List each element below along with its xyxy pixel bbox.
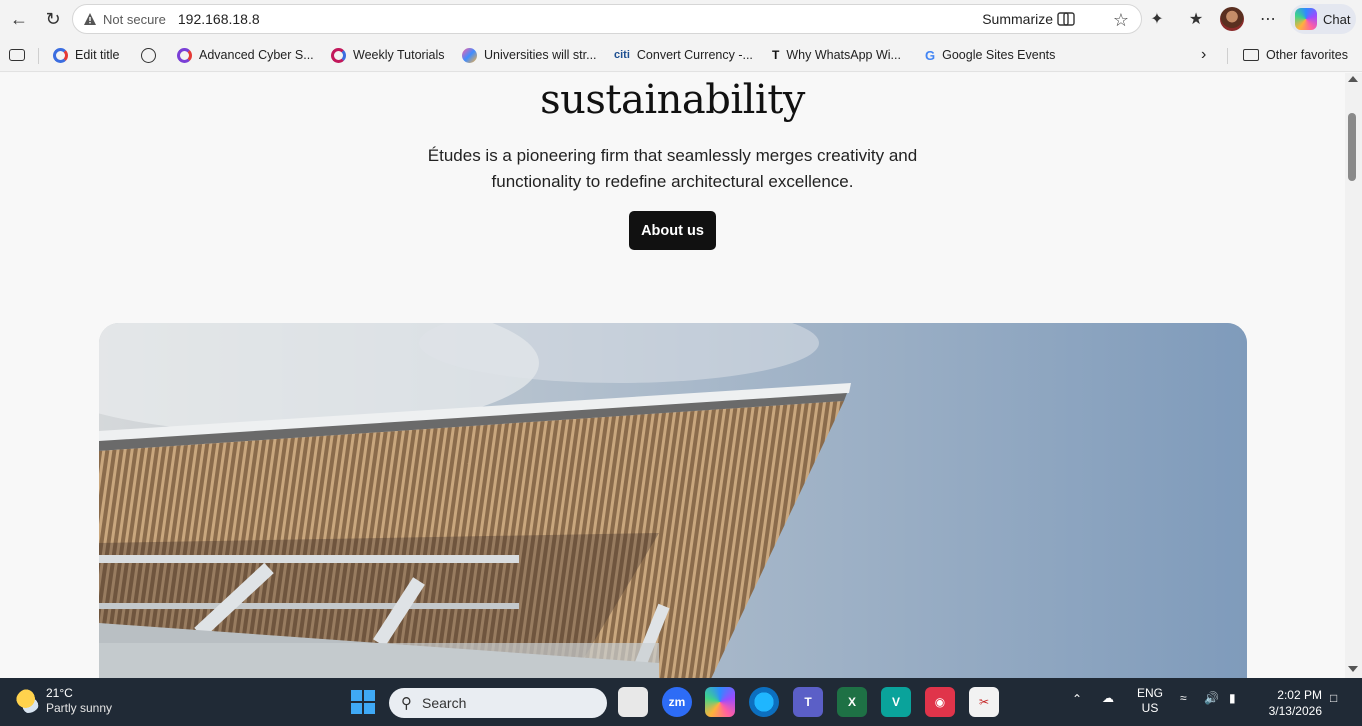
copilot-chat-button[interactable]: Chat: [1290, 4, 1356, 34]
snipping-tool-icon[interactable]: ✂: [969, 687, 999, 717]
url-text[interactable]: 192.168.18.8: [178, 11, 260, 27]
bookmark-item[interactable]: Weekly Tutorials: [331, 46, 444, 64]
page-lead-text: Études is a pioneering firm that seamles…: [427, 146, 918, 191]
warning-icon: [84, 13, 96, 25]
tab-actions-icon[interactable]: [9, 46, 25, 64]
scroll-up-icon[interactable]: [1348, 76, 1358, 82]
edge-icon[interactable]: [749, 687, 779, 717]
summarize-icon: [1057, 12, 1075, 26]
teams-icon[interactable]: T: [793, 687, 823, 717]
bookmark-item[interactable]: citi Convert Currency -...: [614, 46, 753, 64]
lang-code: ENG: [1137, 686, 1164, 700]
google-icon: G: [925, 47, 936, 63]
building-roof-illustration: [99, 323, 1247, 678]
zoom-icon[interactable]: zm: [662, 687, 692, 717]
taskbar-clock[interactable]: 2:02 PM 3/13/2026: [1262, 687, 1322, 719]
citi-icon: citi: [614, 49, 630, 61]
clock-date: 3/13/2026: [1268, 704, 1322, 718]
clock-time: 2:02 PM: [1277, 688, 1322, 702]
extensions-icon[interactable]: ✦: [1145, 7, 1169, 31]
vs-app-icon[interactable]: V: [881, 687, 911, 717]
scroll-down-icon[interactable]: [1348, 666, 1358, 672]
bookmark-label: Weekly Tutorials: [353, 48, 445, 62]
bookmark-item[interactable]: Universities will str...: [462, 46, 597, 64]
site-icon: [177, 47, 192, 63]
bookmark-label: Universities will str...: [484, 48, 597, 62]
more-menu-icon[interactable]: ⋯: [1256, 7, 1280, 31]
favorite-star-icon[interactable]: ☆: [1113, 10, 1129, 31]
weather-temp: 21°C: [46, 686, 73, 700]
bookmark-item[interactable]: Edit title: [53, 46, 119, 64]
taskbar-search[interactable]: ⚲ Search: [389, 688, 607, 718]
page-scrollbar[interactable]: [1345, 73, 1362, 678]
butterfly-icon: [462, 47, 477, 63]
weather-condition: Partly sunny: [46, 701, 113, 715]
bookmark-item[interactable]: Advanced Cyber S...: [177, 46, 314, 64]
bookmarks-divider: [38, 48, 39, 64]
windows-start-icon[interactable]: [351, 690, 375, 714]
bookmark-item[interactable]: T Why WhatsApp Wi...: [772, 46, 901, 64]
other-favorites-button[interactable]: Other favorites: [1243, 46, 1348, 64]
address-bar[interactable]: Not secure 192.168.18.8 Summarize ☆: [72, 4, 1142, 34]
windows-taskbar: 21°C Partly sunny ⚲ Search zm T X V ◉ ✂ …: [0, 678, 1362, 726]
summarize-button[interactable]: Summarize: [982, 11, 1075, 27]
page-viewport: sustainability Études is a pioneering fi…: [0, 73, 1345, 678]
region-code: US: [1141, 701, 1159, 715]
about-us-button[interactable]: About us: [629, 211, 716, 250]
browser-window: ← ↻ Not secure 192.168.18.8 Summarize ☆ …: [0, 0, 1362, 726]
other-favorites-label: Other favorites: [1266, 48, 1348, 62]
copilot-icon: [1295, 8, 1317, 30]
battery-icon[interactable]: ▮: [1229, 691, 1236, 706]
favorites-icon[interactable]: ★: [1184, 7, 1208, 31]
media-app-icon[interactable]: ◉: [925, 687, 955, 717]
bookmark-label: Edit title: [75, 48, 120, 62]
search-icon: ⚲: [401, 695, 412, 712]
cloud-off-icon[interactable]: ☁: [1102, 691, 1114, 706]
scroll-thumb[interactable]: [1348, 113, 1356, 181]
bookmark-label: Convert Currency -...: [636, 48, 753, 62]
bookmark-label: Google Sites Events: [942, 48, 1056, 62]
copilot-app-icon[interactable]: [705, 687, 735, 717]
bookmark-label: Advanced Cyber S...: [199, 48, 314, 62]
summarize-label: Summarize: [982, 11, 1053, 27]
chat-label: Chat: [1323, 11, 1351, 27]
security-label[interactable]: Not secure: [103, 12, 166, 27]
browser-toolbar: ← ↻ Not secure 192.168.18.8 Summarize ☆ …: [0, 0, 1362, 38]
bookmark-item[interactable]: [141, 46, 156, 64]
t-icon: T: [772, 48, 780, 62]
folder-icon: [1243, 49, 1259, 61]
profile-avatar[interactable]: [1220, 7, 1244, 31]
site-icon: [331, 47, 346, 63]
excel-icon[interactable]: X: [837, 687, 867, 717]
search-placeholder: Search: [422, 695, 467, 711]
globe-icon: [141, 47, 156, 63]
language-indicator[interactable]: ENG US: [1137, 686, 1163, 716]
refresh-icon[interactable]: ↻: [40, 7, 66, 31]
hero-image: [99, 323, 1247, 678]
wifi-icon[interactable]: ≈: [1180, 691, 1187, 706]
chevron-right-icon[interactable]: ›: [1201, 46, 1206, 64]
partly-sunny-icon: [16, 689, 40, 713]
bookmarks-bar: Edit title Advanced Cyber S... Weekly Tu…: [0, 38, 1362, 72]
notifications-icon[interactable]: □: [1330, 691, 1337, 706]
bookmark-item[interactable]: G Google Sites Events: [925, 46, 1055, 64]
back-icon[interactable]: ←: [6, 7, 32, 31]
volume-icon[interactable]: 🔊: [1204, 691, 1219, 706]
weather-widget[interactable]: 21°C Partly sunny: [16, 686, 112, 716]
bookmarks-divider: [1227, 48, 1228, 64]
edit-title-icon: [53, 47, 68, 63]
page-headline: sustainability: [540, 77, 805, 123]
bookmark-label: Why WhatsApp Wi...: [786, 48, 901, 62]
tray-overflow-icon[interactable]: ⌃: [1072, 692, 1082, 707]
file-explorer-icon[interactable]: [618, 687, 648, 717]
